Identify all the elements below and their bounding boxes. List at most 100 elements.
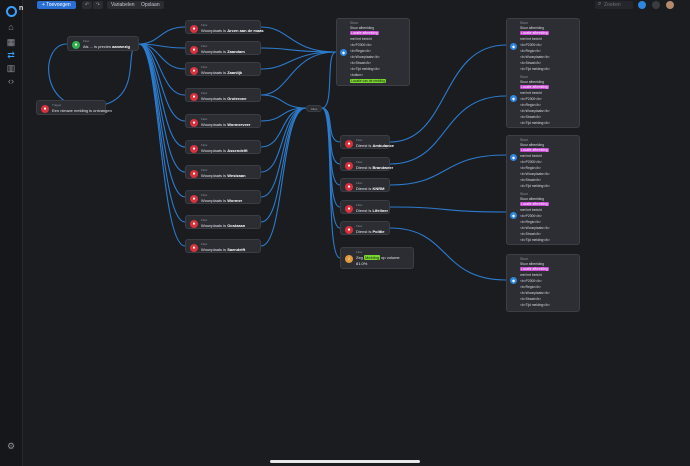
card-line: <b>Straat</b> xyxy=(520,178,542,182)
card-label: Stuur xyxy=(520,192,528,196)
notification-trigger-node[interactable]: ● Trigger Een nieuwe melding is ontvange… xyxy=(36,100,112,115)
card-line: <b>Tijd melding</b> xyxy=(520,121,550,125)
card-line: <b>Regio</b> xyxy=(520,103,541,107)
node-text: Woonplaats is Saendelft xyxy=(201,247,246,252)
flow-icon: ● xyxy=(190,145,198,153)
send-image-card[interactable]: ◆ Stuur Stuur afbeelding Locatie afbeeld… xyxy=(336,18,410,86)
card-label: Stuur xyxy=(520,21,528,25)
send-icon: ◆ xyxy=(510,212,517,219)
woonplaats-node[interactable]: ● Flow Woonplaats is Saendelft xyxy=(185,239,261,253)
woonplaats-node[interactable]: ● Flow Woonplaats is Assendelft xyxy=(185,140,261,154)
dienst-node[interactable]: ● Flow Dienst is Politie xyxy=(340,221,390,235)
node-text: Dienst is Ambulance xyxy=(356,143,395,148)
node-text: Een nieuwe melding is ontvangen xyxy=(52,108,112,113)
card-label: Stuur xyxy=(520,75,528,79)
flow-icon: ● xyxy=(345,140,353,148)
card-label: Stuur xyxy=(350,21,358,25)
card-title: Stuur afbeelding xyxy=(350,26,375,30)
card-title: Stuur afbeelding xyxy=(520,26,545,30)
woonplaats-node[interactable]: ● Flow Woonplaats is Oostzaan xyxy=(185,215,261,229)
card-line: <b>Straat</b> xyxy=(350,61,372,65)
node-text: Als ... is precies aanwezig xyxy=(83,44,130,49)
speech-node[interactable]: ♪ Flow Zeg Melding op volume 81.0% xyxy=(340,247,414,269)
woonplaats-node[interactable]: ● Flow Woonplaats is Groterone xyxy=(185,88,261,102)
card-line: <b>Woonplaats</b> xyxy=(520,226,550,230)
send-image-card[interactable]: ◆ Stuur Stuur afbeelding Locatie afbeeld… xyxy=(506,254,580,312)
card-line: <b>Straat</b> xyxy=(520,115,542,119)
card-line: <button> xyxy=(350,73,364,77)
node-label: Flow xyxy=(201,143,208,147)
all-junction[interactable]: Alles xyxy=(306,105,322,112)
node-text: Dienst is KNRM xyxy=(356,186,385,191)
node-text: Dienst is Politie xyxy=(356,229,385,234)
flow-icon: ● xyxy=(345,183,353,191)
flow-icon: ● xyxy=(345,162,353,170)
woonplaats-node[interactable]: ● Flow Woonplaats is Wormerveer xyxy=(185,114,261,128)
send-icon: ◆ xyxy=(510,277,517,284)
woonplaats-node[interactable]: ● Flow Woonplaats is Wormer xyxy=(185,190,261,204)
image-pill: Locatie afbeelding xyxy=(520,85,549,89)
card-line: <b>Regio</b> xyxy=(520,49,541,53)
card-line: met het bericht xyxy=(520,273,542,277)
flow-icon: ● xyxy=(72,41,80,49)
card-line: <b>Straat</b> xyxy=(520,61,542,65)
image-pill: Locatie afbeelding xyxy=(350,31,379,35)
card-line: met het bericht xyxy=(520,91,542,95)
flow-icon: ● xyxy=(190,220,198,228)
flow-icon: ● xyxy=(190,195,198,203)
send-image-card-group[interactable]: ◆ Stuur Stuur afbeelding Locatie afbeeld… xyxy=(506,18,580,128)
card-line: <b>Regio</b> xyxy=(520,285,541,289)
node-text: Woonplaats is Wormer xyxy=(201,198,243,203)
start-node[interactable]: ● Flow Als ... is precies aanwezig xyxy=(67,36,139,51)
card-line: <b>P2000</b> xyxy=(520,97,542,101)
node-label: Flow xyxy=(201,117,208,121)
card-line: met het bericht xyxy=(520,208,542,212)
card-line: <b>Regio</b> xyxy=(520,220,541,224)
card-line: <b>Tijd melding</b> xyxy=(520,184,550,188)
node-text: Woonplaats is Westzaan xyxy=(201,173,246,178)
node-text: Dienst is Brandweer xyxy=(356,165,394,170)
node-label: Flow xyxy=(201,23,208,27)
node-label: Flow xyxy=(356,160,363,164)
node-label: Flow xyxy=(201,44,208,48)
dienst-node[interactable]: ● Flow Dienst is KNRM xyxy=(340,178,390,192)
card-line: <b>Regio</b> xyxy=(350,49,371,53)
node-label: Flow xyxy=(201,65,208,69)
woonplaats-node[interactable]: ● Flow Woonplaats is Zaandam xyxy=(185,41,261,55)
footer-pill: Locatie van de melding xyxy=(350,79,386,83)
speaker-icon: ♪ xyxy=(345,255,353,263)
woonplaats-node[interactable]: ● Flow Woonplaats is Westzaan xyxy=(185,165,261,179)
card-line: <b>Tijd melding</b> xyxy=(520,67,550,71)
image-pill: Locatie afbeelding xyxy=(520,267,549,271)
card-line: <b>P2000</b> xyxy=(350,43,372,47)
image-pill: Locatie afbeelding xyxy=(520,202,549,206)
card-line: <b>Regio</b> xyxy=(520,166,541,170)
node-text: Woonplaats is Oostzaan xyxy=(201,223,246,228)
dienst-node[interactable]: ● Flow Dienst is Lifeliner xyxy=(340,200,390,214)
flow-icon: ● xyxy=(190,67,198,75)
card-line: <b>Straat</b> xyxy=(520,232,542,236)
image-pill: Locatie afbeelding xyxy=(520,31,549,35)
send-image-card-group[interactable]: ◆ Stuur Stuur afbeelding Locatie afbeeld… xyxy=(506,135,580,245)
flow-icon: ● xyxy=(190,170,198,178)
node-label: Flow xyxy=(356,250,363,254)
dienst-node[interactable]: ● Flow Dienst is Brandweer xyxy=(340,157,394,171)
card-title: Stuur afbeelding xyxy=(520,262,545,266)
dienst-node[interactable]: ● Flow Dienst is Ambulance xyxy=(340,135,394,149)
card-line: <b>Tijd melding</b> xyxy=(520,238,550,242)
card-line: <b>P2000</b> xyxy=(520,160,542,164)
card-line: met het bericht xyxy=(520,37,542,41)
node-text: Woonplaats is Zaandam xyxy=(201,49,245,54)
node-label: Flow xyxy=(201,242,208,246)
node-label: Flow xyxy=(356,203,363,207)
node-text: Dienst is Lifeliner xyxy=(356,208,389,213)
node-text: Zeg Melding op volume xyxy=(356,255,400,260)
flow-icon: ● xyxy=(345,226,353,234)
card-label: Stuur xyxy=(520,257,528,261)
card-line: met het bericht xyxy=(350,37,372,41)
trigger-icon: ● xyxy=(41,105,49,113)
woonplaats-node[interactable]: ● Flow Woonplaats is Zaanlijk xyxy=(185,62,261,76)
flow-icon: ● xyxy=(190,46,198,54)
woonplaats-node[interactable]: ● Flow Woonplaats is Arcen aan de maas xyxy=(185,20,264,34)
node-label: Flow xyxy=(356,224,363,228)
